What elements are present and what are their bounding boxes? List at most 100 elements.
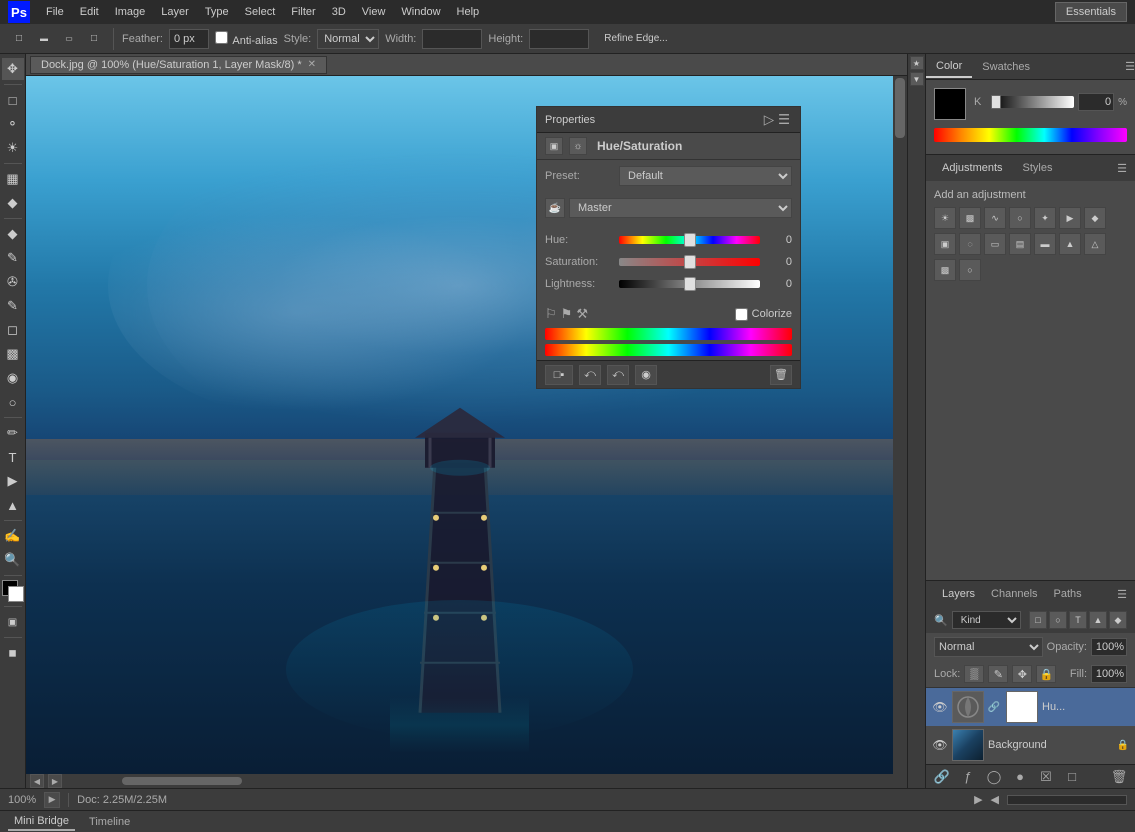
vertical-scrollbar-thumb[interactable]: [895, 78, 905, 138]
link-layers-button[interactable]: 🔗: [932, 767, 952, 787]
eyedropper-subtract-button[interactable]: ⚒: [576, 306, 588, 322]
tab-styles[interactable]: Styles: [1015, 160, 1061, 176]
tab-paths[interactable]: Paths: [1046, 586, 1090, 602]
gradient-map-adj[interactable]: ▩: [934, 259, 956, 281]
saturation-thumb[interactable]: [684, 255, 696, 269]
k-slider-thumb[interactable]: [991, 95, 1001, 109]
scroll-left-button[interactable]: ◀: [30, 774, 44, 788]
layers-menu-button[interactable]: ☰: [1117, 588, 1127, 601]
channel-mixer-adj[interactable]: ▭: [984, 233, 1006, 255]
levels-adj[interactable]: ▩: [959, 207, 981, 229]
clone-stamp-tool[interactable]: ✇: [2, 271, 24, 293]
finger-icon[interactable]: ☕: [545, 198, 565, 218]
rectangular-marquee-button[interactable]: □: [8, 28, 30, 50]
filter-kind-select[interactable]: Kind: [952, 611, 1021, 629]
filter-adj-button[interactable]: ○: [1049, 611, 1067, 629]
lock-transparent-button[interactable]: ▒: [964, 665, 984, 683]
eraser-tool[interactable]: ◻: [2, 319, 24, 341]
photo-filter-adj[interactable]: ◌: [959, 233, 981, 255]
background-color[interactable]: [8, 586, 24, 602]
add-mask-button[interactable]: ◯: [984, 767, 1004, 787]
hue-sat-adj[interactable]: ▶: [1059, 207, 1081, 229]
foreground-background-colors[interactable]: [2, 580, 24, 602]
layer-visibility-eye-1[interactable]: 👁: [932, 699, 948, 715]
hue-thumb[interactable]: [684, 233, 696, 247]
delete-layer-button[interactable]: 🗑: [1109, 767, 1129, 787]
play-button[interactable]: ▶: [974, 793, 982, 806]
single-col-button[interactable]: ▭: [58, 28, 80, 50]
opacity-input[interactable]: [1091, 638, 1127, 656]
refine-edge-button[interactable]: Refine Edge...: [595, 28, 676, 50]
zoom-tool[interactable]: 🔍: [2, 549, 24, 571]
k-slider[interactable]: [992, 96, 1074, 108]
zoom-menu-button[interactable]: ▶: [44, 792, 60, 808]
menu-image[interactable]: Image: [109, 4, 152, 20]
pen-tool[interactable]: ✏: [2, 422, 24, 444]
scroll-right-button[interactable]: ▶: [48, 774, 62, 788]
brightness-contrast-adj[interactable]: ☀: [934, 207, 956, 229]
tab-adjustments[interactable]: Adjustments: [934, 160, 1011, 176]
vibrance-adj[interactable]: ✦: [1034, 207, 1056, 229]
hand-tool[interactable]: ✍: [2, 525, 24, 547]
essentials-button[interactable]: Essentials: [1055, 2, 1127, 22]
menu-edit[interactable]: Edit: [74, 4, 105, 20]
feather-input[interactable]: [169, 29, 209, 49]
foreground-swatch[interactable]: [934, 88, 966, 120]
tab-color[interactable]: Color: [926, 56, 972, 78]
single-row-button[interactable]: ▬: [33, 28, 55, 50]
selective-color-adj[interactable]: ○: [959, 259, 981, 281]
eyedropper-normal-button[interactable]: ⚐: [545, 306, 557, 322]
type-tool[interactable]: T: [2, 446, 24, 468]
tab-channels[interactable]: Channels: [983, 586, 1045, 602]
layer-hue-sat[interactable]: 👁 🔗 Hu...: [926, 688, 1135, 726]
menu-select[interactable]: Select: [239, 4, 282, 20]
menu-3d[interactable]: 3D: [326, 4, 352, 20]
screen-mode-tool[interactable]: ◼: [2, 642, 24, 664]
layer-background[interactable]: 👁 Background 🔒: [926, 726, 1135, 764]
vertical-scrollbar[interactable]: [893, 76, 907, 788]
crop-tool[interactable]: ▦: [2, 168, 24, 190]
menu-file[interactable]: File: [40, 4, 70, 20]
posterize-adj[interactable]: ▲: [1059, 233, 1081, 255]
view-prev-button[interactable]: ⤺: [579, 365, 601, 385]
new-adj-layer-button[interactable]: ●: [1010, 767, 1030, 787]
gradient-tool[interactable]: ▩: [2, 343, 24, 365]
tab-mini-bridge[interactable]: Mini Bridge: [8, 813, 75, 831]
reset-button[interactable]: ⤺: [607, 365, 629, 385]
shape-tool[interactable]: ▲: [2, 494, 24, 516]
colorize-checkbox[interactable]: [735, 308, 748, 321]
lock-position-button[interactable]: ✥: [1012, 665, 1032, 683]
history-brush-tool[interactable]: ✎: [2, 295, 24, 317]
width-input[interactable]: [422, 29, 482, 49]
brush-tool[interactable]: ✎: [2, 247, 24, 269]
quick-select-tool[interactable]: ☀: [2, 137, 24, 159]
menu-filter[interactable]: Filter: [285, 4, 321, 20]
clip-to-layer-button[interactable]: □▪: [545, 365, 573, 385]
eyedropper-add-button[interactable]: ⚑: [561, 306, 573, 322]
filter-pixel-button[interactable]: □: [1029, 611, 1047, 629]
prop-icon-mask[interactable]: ▣: [545, 137, 563, 155]
lock-all-button[interactable]: 🔒: [1036, 665, 1056, 683]
exposure-adj[interactable]: ○: [1009, 207, 1031, 229]
new-group-button[interactable]: ☒: [1036, 767, 1056, 787]
quick-mask-tool[interactable]: ▣: [2, 611, 24, 633]
menu-help[interactable]: Help: [451, 4, 486, 20]
tab-timeline[interactable]: Timeline: [83, 814, 136, 830]
threshold-adj[interactable]: △: [1084, 233, 1106, 255]
marquee-tool[interactable]: □: [2, 89, 24, 111]
lightness-thumb[interactable]: [684, 277, 696, 291]
tab-layers[interactable]: Layers: [934, 586, 983, 602]
previous-button[interactable]: ◀: [991, 793, 999, 806]
move-tool[interactable]: ✥: [2, 58, 24, 80]
filter-smart-button[interactable]: ◆: [1109, 611, 1127, 629]
invert-adj[interactable]: ▬: [1034, 233, 1056, 255]
blend-mode-select[interactable]: Normal: [934, 637, 1043, 657]
tab-close-button[interactable]: ✕: [308, 59, 316, 70]
k-value-input[interactable]: [1078, 93, 1114, 111]
mini-btn-2[interactable]: ▼: [910, 72, 924, 86]
mini-btn-1[interactable]: ★: [910, 56, 924, 70]
fill-input[interactable]: [1091, 665, 1127, 683]
menu-type[interactable]: Type: [199, 4, 235, 20]
preset-select[interactable]: Default: [619, 166, 792, 186]
path-select-tool[interactable]: ▶: [2, 470, 24, 492]
